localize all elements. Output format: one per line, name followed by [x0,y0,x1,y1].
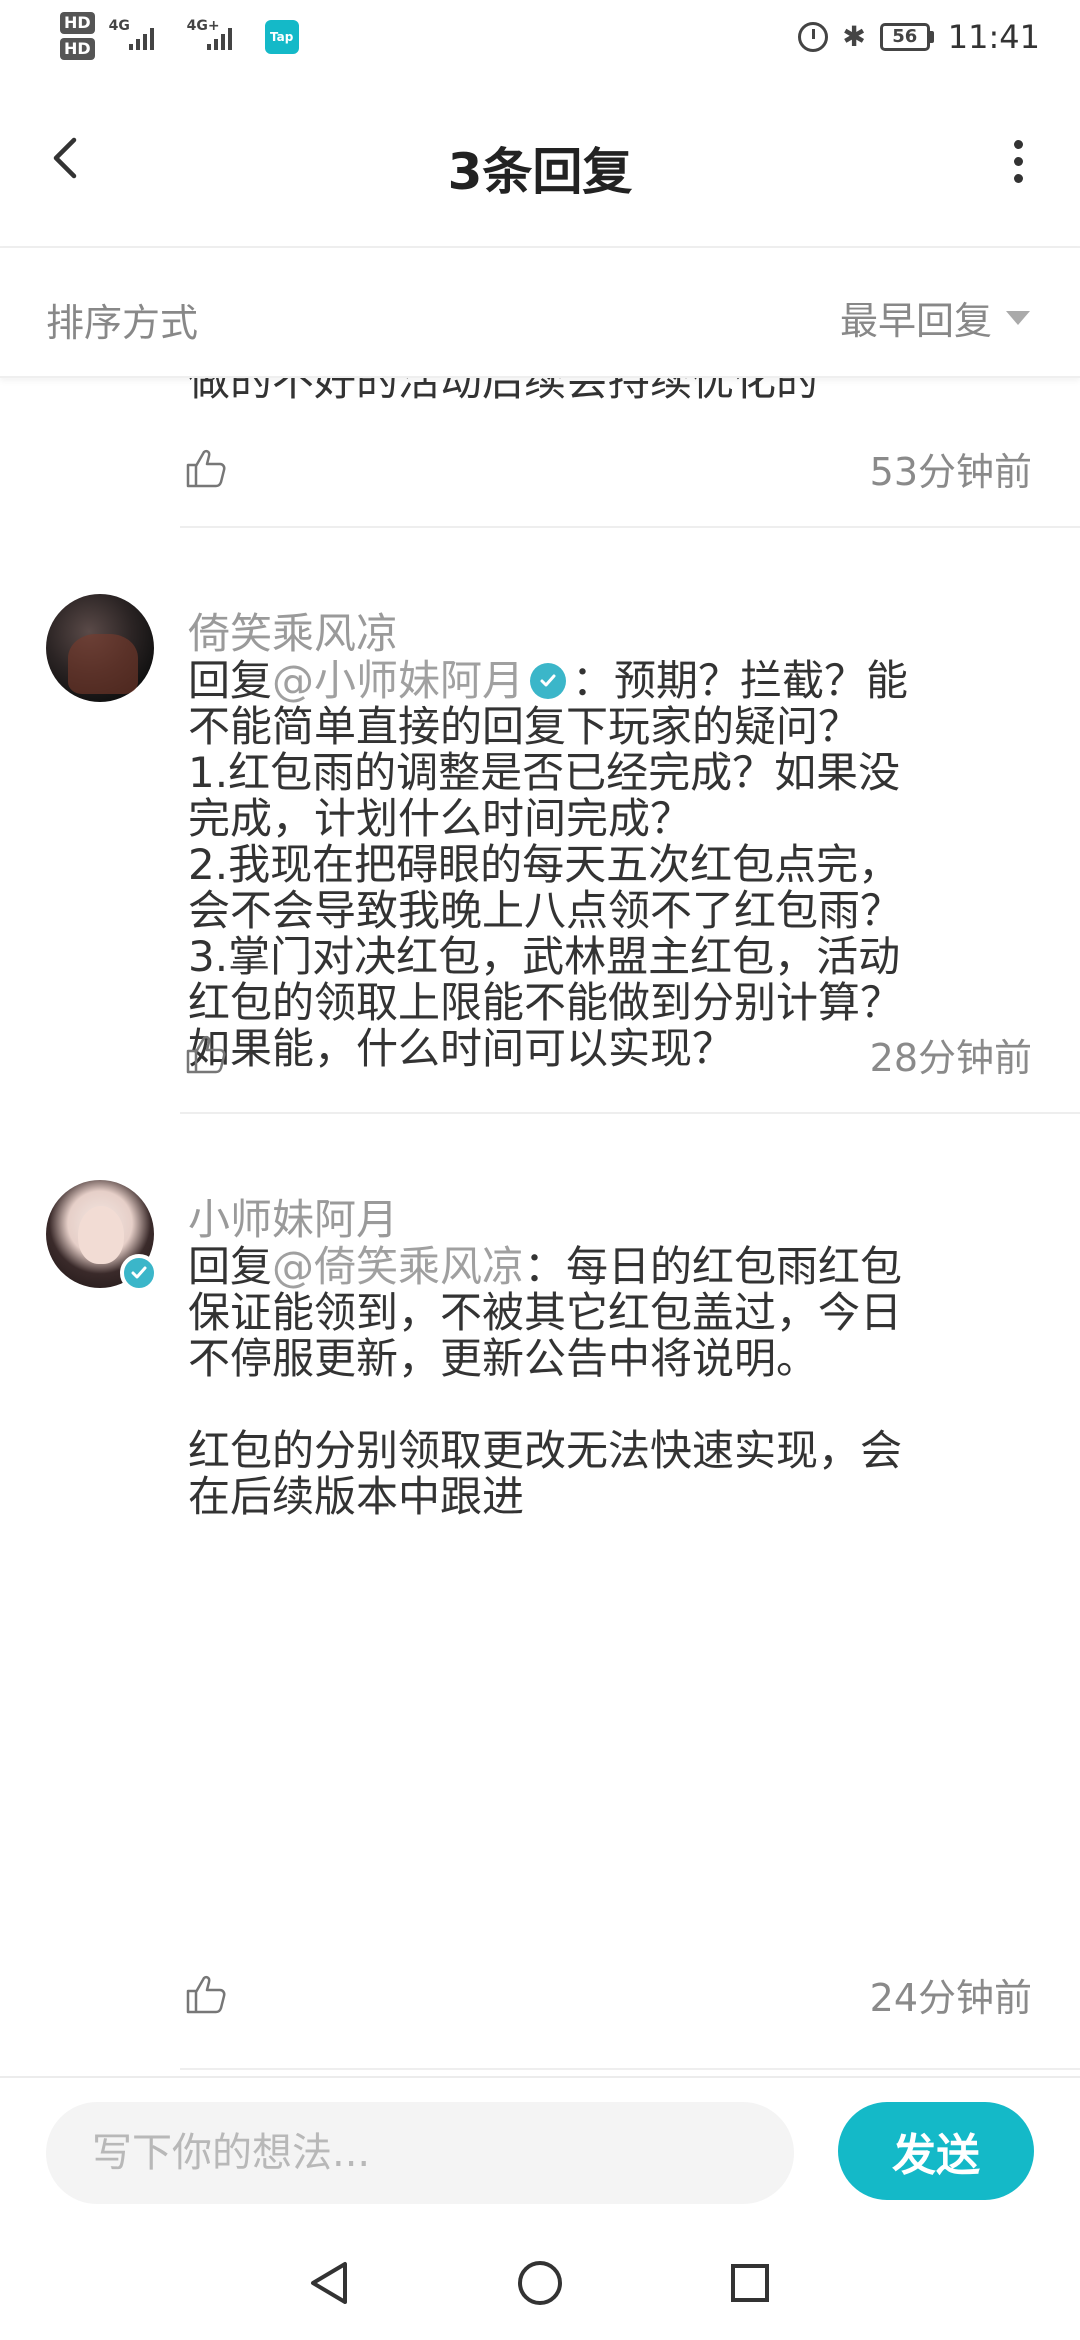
comment-line-text: ：每日的红包雨红包 [524,1242,903,1291]
partial-comment-meta: 53分钟前 [184,438,1032,498]
battery-icon: 56 [879,23,934,51]
status-bar: HD HD 4G 4G+ Tap ✱ 56 11:41 [0,0,1080,80]
comment-line: 保证能领到，不被其它红包盖过，今日 [188,1288,903,1337]
reply-prefix: 回复 [188,1242,273,1291]
sort-bar: 排序方式 最早回复 [0,248,1080,378]
comment-line: 红包的分别领取更改无法快速实现，会 [188,1426,903,1475]
alarm-icon [798,22,829,52]
network-type-1: 4G [108,18,130,34]
comment-time: 24分钟前 [869,1975,1032,2020]
nav-recents-icon[interactable] [720,2253,780,2313]
top-app-bar: 3条回复 [0,80,1080,248]
comment-line: 3.掌门对决红包，武林盟主红包，活动 [188,932,901,981]
clock: 11:41 [947,18,1040,56]
send-button[interactable]: 发送 [838,2102,1034,2200]
avatar[interactable] [46,594,154,702]
comment-body: 回复@小师妹阿月 ：预期？拦截？能 不能简单直接的回复下玩家的疑问？ 1.红包雨的… [188,658,1020,1072]
comment-username[interactable]: 倚笑乘风凉 [188,600,398,661]
comment-body: 回复@倚笑乘风凉：每日的红包雨红包 保证能领到，不被其它红包盖过，今日 不停服更… [188,1244,1020,1520]
comment-line: 不停服更新，更新公告中将说明。 [188,1334,819,1383]
like-thumb-icon[interactable] [184,446,228,490]
nav-home-icon[interactable] [510,2253,570,2313]
comment-line: 红包的领取上限能不能做到分别计算？ [188,978,903,1027]
mention-link[interactable]: @小师妹阿月 [272,656,524,705]
comment-line: 1.红包雨的调整是否已经完成？如果没 [188,748,901,797]
page-title: 3条回复 [447,143,633,201]
avatar[interactable] [46,1180,158,1292]
comment-line: 完成，计划什么时间完成？ [188,794,693,843]
comment-input-bar: 发送 [0,2076,1080,2226]
mention-link[interactable]: @倚笑乘风凉 [272,1242,524,1291]
comment-meta: 24分钟前 [184,1964,1032,2024]
reply-list[interactable]: 做的不好的活动后续会持续优化的 53分钟前 倚笑乘风凉 回复@小师妹阿月 ：预期？… [0,378,1080,2076]
comment-line-text: ：预期？拦截？能 [572,656,909,705]
comment-line: 回复@小师妹阿月 ：预期？拦截？能 [188,658,1020,704]
sort-value: 最早回复 [839,299,992,343]
bluetooth-icon: ✱ [842,20,866,53]
status-left: HD HD 4G 4G+ Tap [60,12,299,60]
divider [180,2068,1080,2070]
comment-line [188,1382,1020,1428]
nav-back-icon[interactable] [300,2253,360,2313]
comment-line: 不能简单直接的回复下玩家的疑问？ [188,702,861,751]
signal-icon-1: 4G [109,12,173,56]
hd-badge-2: HD [60,38,95,60]
hd-badge-1: HD [60,12,95,34]
status-right: ✱ 56 11:41 [798,18,1040,56]
battery-level: 56 [879,23,930,51]
sort-label: 排序方式 [46,301,199,345]
comment-time: 28分钟前 [869,1035,1032,1080]
verified-icon [530,663,567,699]
reply-prefix: 回复 [188,656,273,705]
verified-icon [120,1254,158,1292]
more-vertical-icon[interactable] [1008,140,1028,184]
comment-time: 53分钟前 [869,449,1032,494]
comment-item: 小师妹阿月 回复@倚笑乘风凉：每日的红包雨红包 保证能领到，不被其它红包盖过，今… [0,1112,1080,1752]
comment-line: 在后续版本中跟进 [188,1472,525,1521]
like-thumb-icon[interactable] [184,1032,228,1076]
comment-line: 回复@倚笑乘风凉：每日的红包雨红包 [188,1244,1020,1290]
comment-input[interactable] [46,2102,794,2204]
caret-down-icon [1006,310,1030,325]
comment-username[interactable]: 小师妹阿月 [188,1186,398,1247]
like-thumb-icon[interactable] [184,1972,228,2016]
comment-meta: 28分钟前 [184,1024,1032,1084]
system-nav-bar [0,2226,1080,2340]
taptap-notification-icon: Tap [264,20,299,54]
partial-comment-text: 做的不好的活动后续会持续优化的 [188,378,819,405]
hd-indicators: HD HD [60,12,95,60]
comment-meta-spacer [184,873,1032,933]
sort-dropdown[interactable]: 最早回复 [840,290,1030,345]
signal-icon-2: 4G+ [187,12,251,56]
